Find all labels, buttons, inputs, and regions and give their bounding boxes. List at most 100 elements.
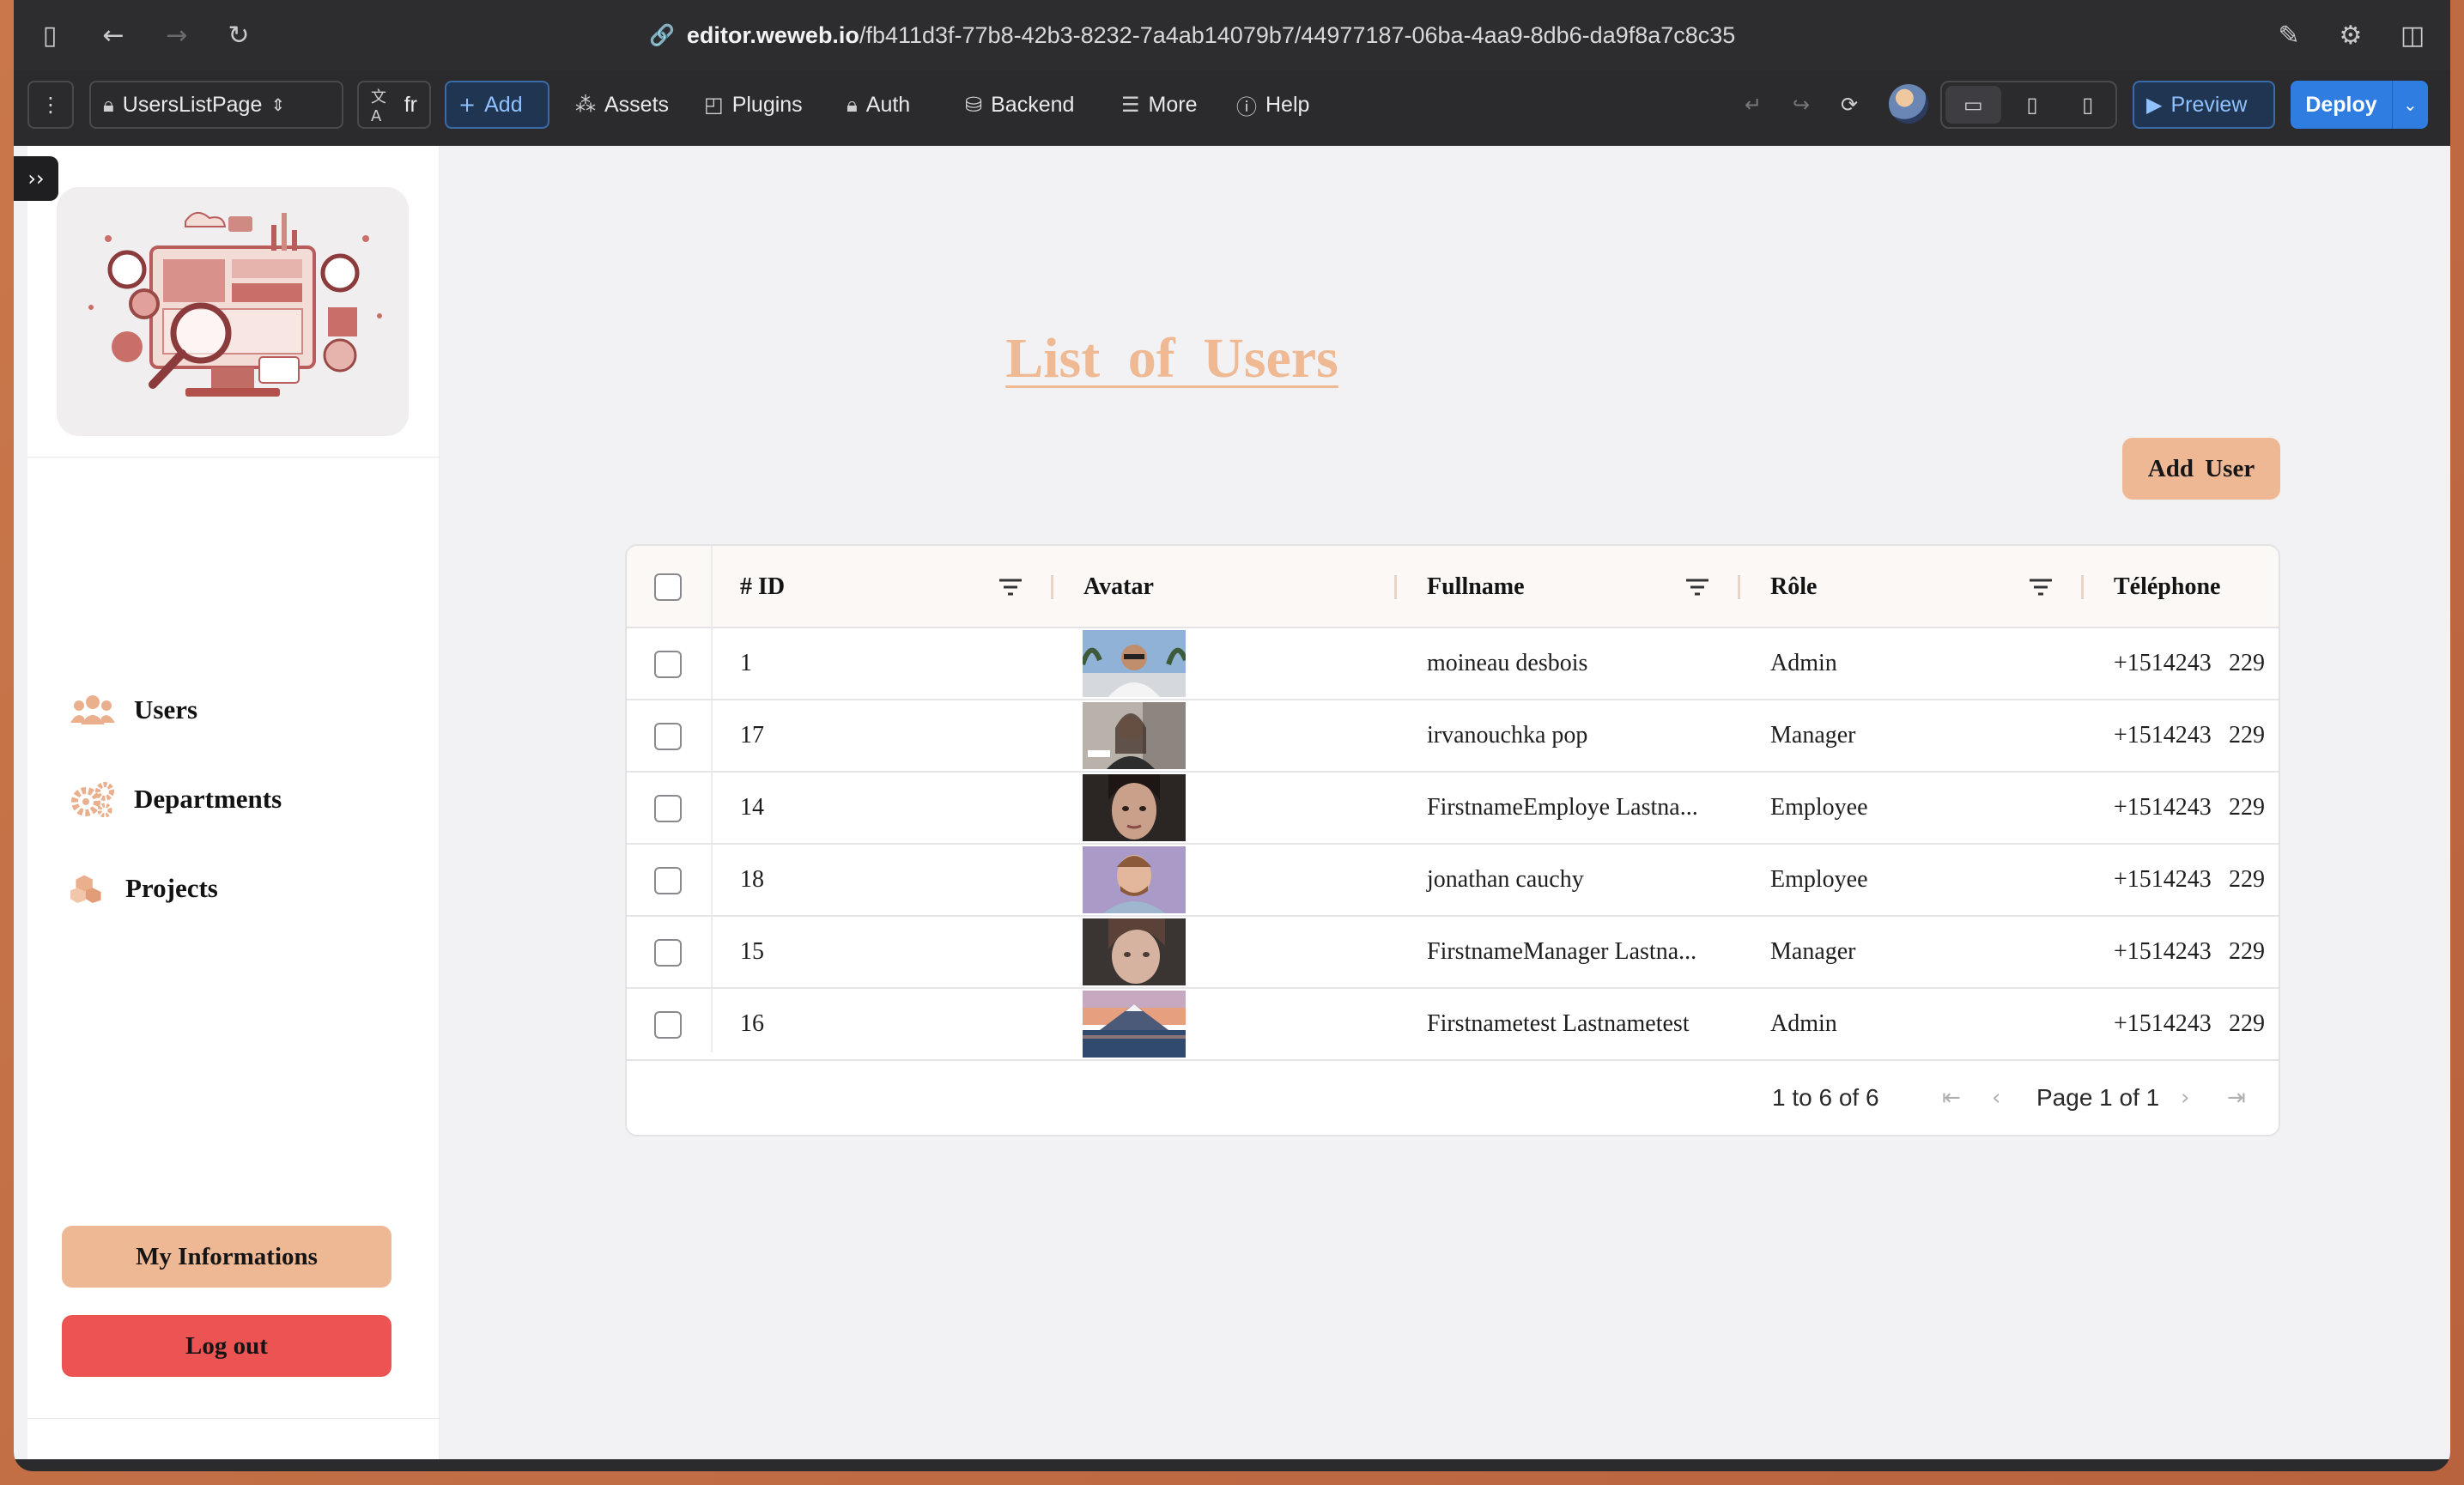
my-informations-button[interactable]: My Informations xyxy=(62,1226,391,1288)
cell-role: Admin xyxy=(1770,1010,1837,1037)
filter-icon[interactable] xyxy=(1684,575,1710,599)
previous-page-icon[interactable]: ‹ xyxy=(1992,1085,2000,1111)
more-button[interactable]: ☰ More xyxy=(1109,81,1209,129)
column-resizer[interactable] xyxy=(1394,575,1397,599)
cell-fullname: FirstnameEmploye Lastna... xyxy=(1427,794,1698,821)
column-header-fullname[interactable]: Fullname xyxy=(1427,546,1525,628)
help-button[interactable]: ⓘ Help xyxy=(1224,81,1321,129)
preview-button[interactable]: ▶ Preview xyxy=(2133,81,2275,129)
preview-label: Preview xyxy=(2170,92,2248,117)
menu-button[interactable]: ⋮ xyxy=(27,81,74,129)
desktop-background: ▯ ← → ↻ 🔗 editor.weweb.io/fb411d3f-77b8-… xyxy=(0,0,2464,1485)
undo-button[interactable]: ↵ xyxy=(1733,81,1774,129)
sync-button[interactable]: ⟳ xyxy=(1829,81,1870,129)
column-resizer[interactable] xyxy=(1738,575,1740,599)
backend-button[interactable]: ⛁ Backend xyxy=(953,81,1086,129)
deploy-options-button[interactable]: ⌄ xyxy=(2392,81,2428,129)
logout-button[interactable]: Log out xyxy=(62,1315,391,1377)
lock-icon: 🔒︎ xyxy=(103,93,114,117)
forward-icon[interactable]: → xyxy=(160,19,194,53)
sidebar-item-users[interactable]: Users xyxy=(70,692,197,728)
first-page-icon[interactable]: ⇤ xyxy=(1942,1085,1961,1111)
plus-icon: + xyxy=(458,93,476,117)
column-header-id[interactable]: # ID xyxy=(740,546,785,628)
page-selector[interactable]: 🔒︎ UsersListPage ⇕ xyxy=(89,81,343,129)
row-checkbox[interactable] xyxy=(654,1011,682,1039)
cell-telephone: +1514243 xyxy=(2114,722,2212,749)
undo-icon: ↵ xyxy=(1745,93,1763,117)
column-header-telephone[interactable]: Téléphone xyxy=(2114,546,2220,628)
language-label: fr xyxy=(404,92,417,117)
users-table: # ID Avatar Fullname Rôle Téléphone 1 mo… xyxy=(625,544,2280,1136)
next-page-icon[interactable]: › xyxy=(2181,1085,2189,1111)
sidebar-toggle-icon[interactable]: ▯ xyxy=(33,19,67,53)
lock-icon: 🔒︎ xyxy=(847,93,858,117)
url-path: /fb411d3f-77b8-42b3-8232-7a4ab14079b7/44… xyxy=(859,21,1736,48)
row-checkbox[interactable] xyxy=(654,939,682,967)
cell-telephone-ext: 229 xyxy=(2229,938,2265,965)
expand-panel-button[interactable]: ›› xyxy=(14,156,58,201)
editor-canvas: Users Departments Projects My Informatio… xyxy=(14,146,2450,1459)
sidebar-item-departments[interactable]: Departments xyxy=(70,781,282,817)
database-icon: ⛁ xyxy=(965,93,983,117)
reload-icon[interactable]: ↻ xyxy=(222,19,256,53)
cell-fullname: FirstnameManager Lastna... xyxy=(1427,938,1697,965)
desktop-icon[interactable]: ▭ xyxy=(1945,86,2001,124)
table-row[interactable]: 14 FirstnameEmploye Lastna... Employee +… xyxy=(627,773,2279,845)
avatar xyxy=(1083,630,1186,697)
table-row[interactable]: 1 moineau desbois Admin +1514243 229 xyxy=(627,628,2279,700)
row-checkbox[interactable] xyxy=(654,651,682,678)
plugins-button[interactable]: ◰ Plugins xyxy=(692,81,815,129)
back-icon[interactable]: ← xyxy=(96,19,130,53)
cell-telephone: +1514243 xyxy=(2114,1010,2212,1037)
row-checkbox[interactable] xyxy=(654,795,682,822)
auth-button[interactable]: 🔒︎ Auth xyxy=(834,81,922,129)
last-page-icon[interactable]: ⇥ xyxy=(2227,1085,2246,1111)
column-header-avatar[interactable]: Avatar xyxy=(1083,546,1154,628)
address-bar[interactable]: 🔗 editor.weweb.io/fb411d3f-77b8-42b3-823… xyxy=(649,17,1735,53)
cell-telephone: +1514243 xyxy=(2114,650,2212,676)
tablet-icon[interactable]: ▯ xyxy=(2005,82,2060,127)
more-label: More xyxy=(1148,92,1198,117)
cell-fullname: Firstnametest Lastnametest xyxy=(1427,1010,1690,1037)
add-button[interactable]: + Add xyxy=(445,81,549,129)
filter-icon[interactable] xyxy=(998,575,1023,599)
row-range-text: 1 to 6 of 6 xyxy=(1772,1084,1879,1111)
user-avatar[interactable] xyxy=(1889,84,1928,124)
cell-role: Manager xyxy=(1770,722,1856,749)
table-row[interactable]: 16 Firstnametest Lastnametest Admin +151… xyxy=(627,989,2279,1061)
column-resizer[interactable] xyxy=(2081,575,2084,599)
add-user-button[interactable]: Add User xyxy=(2122,438,2280,500)
split-view-icon[interactable]: ◫ xyxy=(2395,19,2430,53)
avatar xyxy=(1083,991,1186,1058)
assets-button[interactable]: ⁂ Assets xyxy=(563,81,681,129)
cell-fullname: irvanouchka pop xyxy=(1427,722,1588,749)
row-checkbox[interactable] xyxy=(654,867,682,894)
cell-telephone-ext: 229 xyxy=(2229,650,2265,676)
divider xyxy=(27,1418,440,1419)
row-checkbox[interactable] xyxy=(654,723,682,750)
table-row[interactable]: 17 irvanouchka pop Manager +1514243 229 xyxy=(627,700,2279,773)
sidebar-item-label: Projects xyxy=(125,873,218,903)
table-row[interactable]: 15 FirstnameManager Lastna... Manager +1… xyxy=(627,917,2279,989)
cell-telephone-ext: 229 xyxy=(2229,722,2265,749)
language-button[interactable]: 文A fr xyxy=(357,81,431,129)
redo-icon: ↪ xyxy=(1793,93,1811,117)
eyedropper-icon[interactable]: ✎ xyxy=(2272,19,2306,53)
mobile-icon[interactable]: ▯ xyxy=(2060,82,2115,127)
table-row[interactable]: 18 jonathan cauchy Employee +1514243 229 xyxy=(627,845,2279,917)
column-header-role[interactable]: Rôle xyxy=(1770,546,1817,628)
column-resizer[interactable] xyxy=(1051,575,1053,599)
select-all-checkbox[interactable] xyxy=(654,573,682,601)
avatar xyxy=(1083,918,1186,985)
redo-button[interactable]: ↪ xyxy=(1781,81,1822,129)
deploy-label: Deploy xyxy=(2305,92,2377,117)
deploy-button[interactable]: Deploy xyxy=(2291,81,2392,129)
sidebar-item-projects[interactable]: Projects xyxy=(70,870,218,906)
cell-role: Employee xyxy=(1770,794,1868,821)
filter-icon[interactable] xyxy=(2028,575,2054,599)
logo-illustration xyxy=(57,187,409,436)
cell-id: 18 xyxy=(740,866,764,893)
gears-icon xyxy=(71,782,114,817)
extension-icon[interactable]: ⚙ xyxy=(2334,19,2368,53)
